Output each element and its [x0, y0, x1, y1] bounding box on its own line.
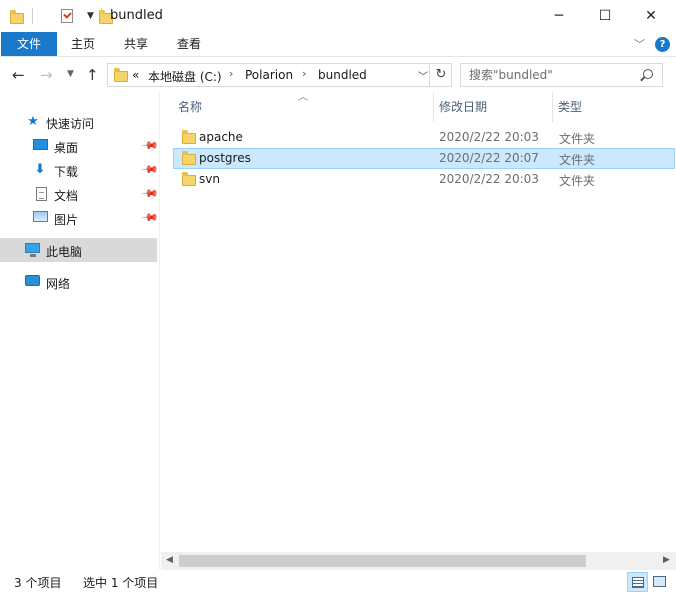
column-divider[interactable]	[433, 92, 434, 122]
file-name: svn	[199, 172, 220, 186]
quick-access-toolbar-dropdown-icon[interactable]: ▼	[87, 11, 94, 21]
expand-ribbon-chevron-icon[interactable]: ﹀	[634, 36, 645, 52]
breadcrumb-bundled[interactable]: bundled	[318, 68, 367, 82]
folder-icon	[182, 172, 196, 186]
file-type: 文件夹	[559, 132, 596, 146]
folder-icon	[182, 130, 196, 144]
column-header-date[interactable]: 修改日期	[439, 92, 549, 122]
maximize-button[interactable]: ☐	[582, 0, 628, 32]
sidebar-item-documents[interactable]: 文档 📌	[0, 183, 160, 205]
sidebar-item-network[interactable]: 网络	[0, 271, 157, 293]
sidebar-item-downloads[interactable]: ⬇ 下载 📌	[0, 159, 160, 181]
document-icon	[35, 187, 47, 201]
search-box[interactable]	[460, 63, 663, 87]
breadcrumb-overflow-icon[interactable]: «	[132, 68, 139, 82]
scroll-left-icon[interactable]: ◀	[166, 555, 173, 565]
tab-file[interactable]: 文件	[1, 32, 57, 56]
pictures-icon	[33, 211, 48, 222]
sidebar-item-pictures[interactable]: 图片 📌	[0, 207, 160, 229]
close-button[interactable]: ✕	[628, 0, 674, 32]
network-icon	[25, 275, 40, 286]
scrollbar-thumb[interactable]	[179, 555, 586, 567]
recent-locations-chevron-icon[interactable]: ▼	[67, 69, 74, 79]
separator	[101, 8, 102, 24]
sidebar-item-quick-access[interactable]: ★ 快速访问	[0, 111, 157, 133]
sidebar-item-label: 文档	[54, 189, 79, 203]
file-row-postgres[interactable]: postgres 2020/2/22 20:07 文件夹	[173, 148, 675, 169]
window-title: bundled	[110, 8, 163, 23]
minimize-button[interactable]: ─	[536, 0, 582, 32]
file-list: ︿ 名称 修改日期 类型 apache 2020/2/22 20:03 文件夹 …	[161, 92, 676, 552]
file-date: 2020/2/22 20:03	[439, 130, 539, 144]
up-arrow-icon[interactable]: ↑	[86, 66, 99, 84]
navigation-pane: ★ 快速访问 桌面 📌 ⬇ 下载 📌 文档 📌 图片 📌 此电脑 网络	[0, 92, 160, 570]
large-icons-view-button[interactable]	[649, 572, 670, 592]
breadcrumb-polarion[interactable]: Polarion	[245, 68, 293, 82]
column-divider[interactable]	[552, 92, 553, 122]
separator	[32, 8, 33, 24]
sidebar-item-label: 网络	[46, 277, 71, 291]
sidebar-item-this-pc[interactable]: 此电脑	[0, 238, 157, 262]
file-type: 文件夹	[559, 174, 596, 188]
refresh-icon[interactable]: ↻	[429, 64, 452, 86]
item-count: 3 个项目	[14, 576, 62, 590]
file-type: 文件夹	[559, 153, 596, 167]
forward-arrow-icon[interactable]: →	[40, 66, 53, 84]
file-date: 2020/2/22 20:07	[439, 151, 539, 165]
minimize-icon: ─	[554, 8, 564, 24]
search-icon[interactable]	[643, 69, 653, 79]
selected-count: 选中 1 个项目	[83, 576, 159, 590]
ribbon-tabs: 文件 主页 共享 查看 ﹀ ?	[0, 32, 676, 57]
title-bar: ▼ bundled ─ ☐ ✕	[0, 0, 676, 32]
file-date: 2020/2/22 20:03	[439, 172, 539, 186]
file-name: apache	[199, 130, 243, 144]
folder-icon	[10, 10, 24, 24]
column-header-name[interactable]: 名称	[178, 92, 433, 122]
download-icon: ⬇	[34, 162, 46, 177]
sidebar-item-label: 快速访问	[46, 117, 95, 131]
properties-icon[interactable]	[60, 9, 73, 23]
details-view-icon	[632, 577, 644, 588]
horizontal-scrollbar[interactable]: ◀ ▶	[161, 552, 676, 570]
sidebar-item-desktop[interactable]: 桌面 📌	[0, 135, 160, 157]
sidebar-item-label: 图片	[54, 213, 79, 227]
breadcrumb-separator-icon[interactable]: ›	[302, 67, 306, 80]
pin-icon: 📌	[140, 184, 160, 203]
tab-home[interactable]: 主页	[57, 32, 109, 56]
sidebar-item-label: 此电脑	[46, 245, 83, 259]
address-dropdown-icon[interactable]: ﹀	[418, 68, 428, 83]
large-icons-view-icon	[653, 576, 666, 587]
help-icon[interactable]: ?	[655, 37, 670, 52]
pin-icon: 📌	[140, 136, 160, 155]
status-bar: 3 个项目 选中 1 个项目	[0, 570, 676, 594]
sidebar-item-label: 桌面	[54, 141, 79, 155]
file-row-svn[interactable]: svn 2020/2/22 20:03 文件夹	[173, 169, 675, 190]
search-input[interactable]	[469, 67, 639, 83]
file-name: postgres	[199, 151, 251, 165]
tab-share[interactable]: 共享	[110, 32, 162, 56]
computer-icon	[25, 243, 40, 257]
scroll-right-icon[interactable]: ▶	[663, 555, 670, 565]
pin-icon: 📌	[140, 208, 160, 227]
tab-view[interactable]: 查看	[163, 32, 215, 56]
breadcrumb-separator-icon[interactable]: ›	[229, 67, 233, 80]
close-icon: ✕	[645, 8, 657, 24]
back-arrow-icon[interactable]: ←	[12, 66, 25, 84]
details-view-button[interactable]	[627, 572, 648, 592]
star-icon: ★	[27, 114, 39, 129]
folder-icon	[182, 151, 196, 165]
desktop-icon	[33, 139, 48, 150]
maximize-icon: ☐	[598, 8, 612, 24]
breadcrumb-local-disk[interactable]: 本地磁盘 (C:)	[148, 68, 222, 85]
folder-icon	[114, 68, 128, 82]
column-header-type[interactable]: 类型	[558, 92, 668, 122]
address-bar[interactable]: « 本地磁盘 (C:) › Polarion › bundled ﹀ ↻	[107, 63, 452, 87]
navigation-bar: ← → ▼ ↑ « 本地磁盘 (C:) › Polarion › bundled…	[0, 58, 676, 92]
file-row-apache[interactable]: apache 2020/2/22 20:03 文件夹	[173, 127, 675, 148]
pin-icon: 📌	[140, 160, 160, 179]
sidebar-item-label: 下载	[54, 165, 79, 179]
